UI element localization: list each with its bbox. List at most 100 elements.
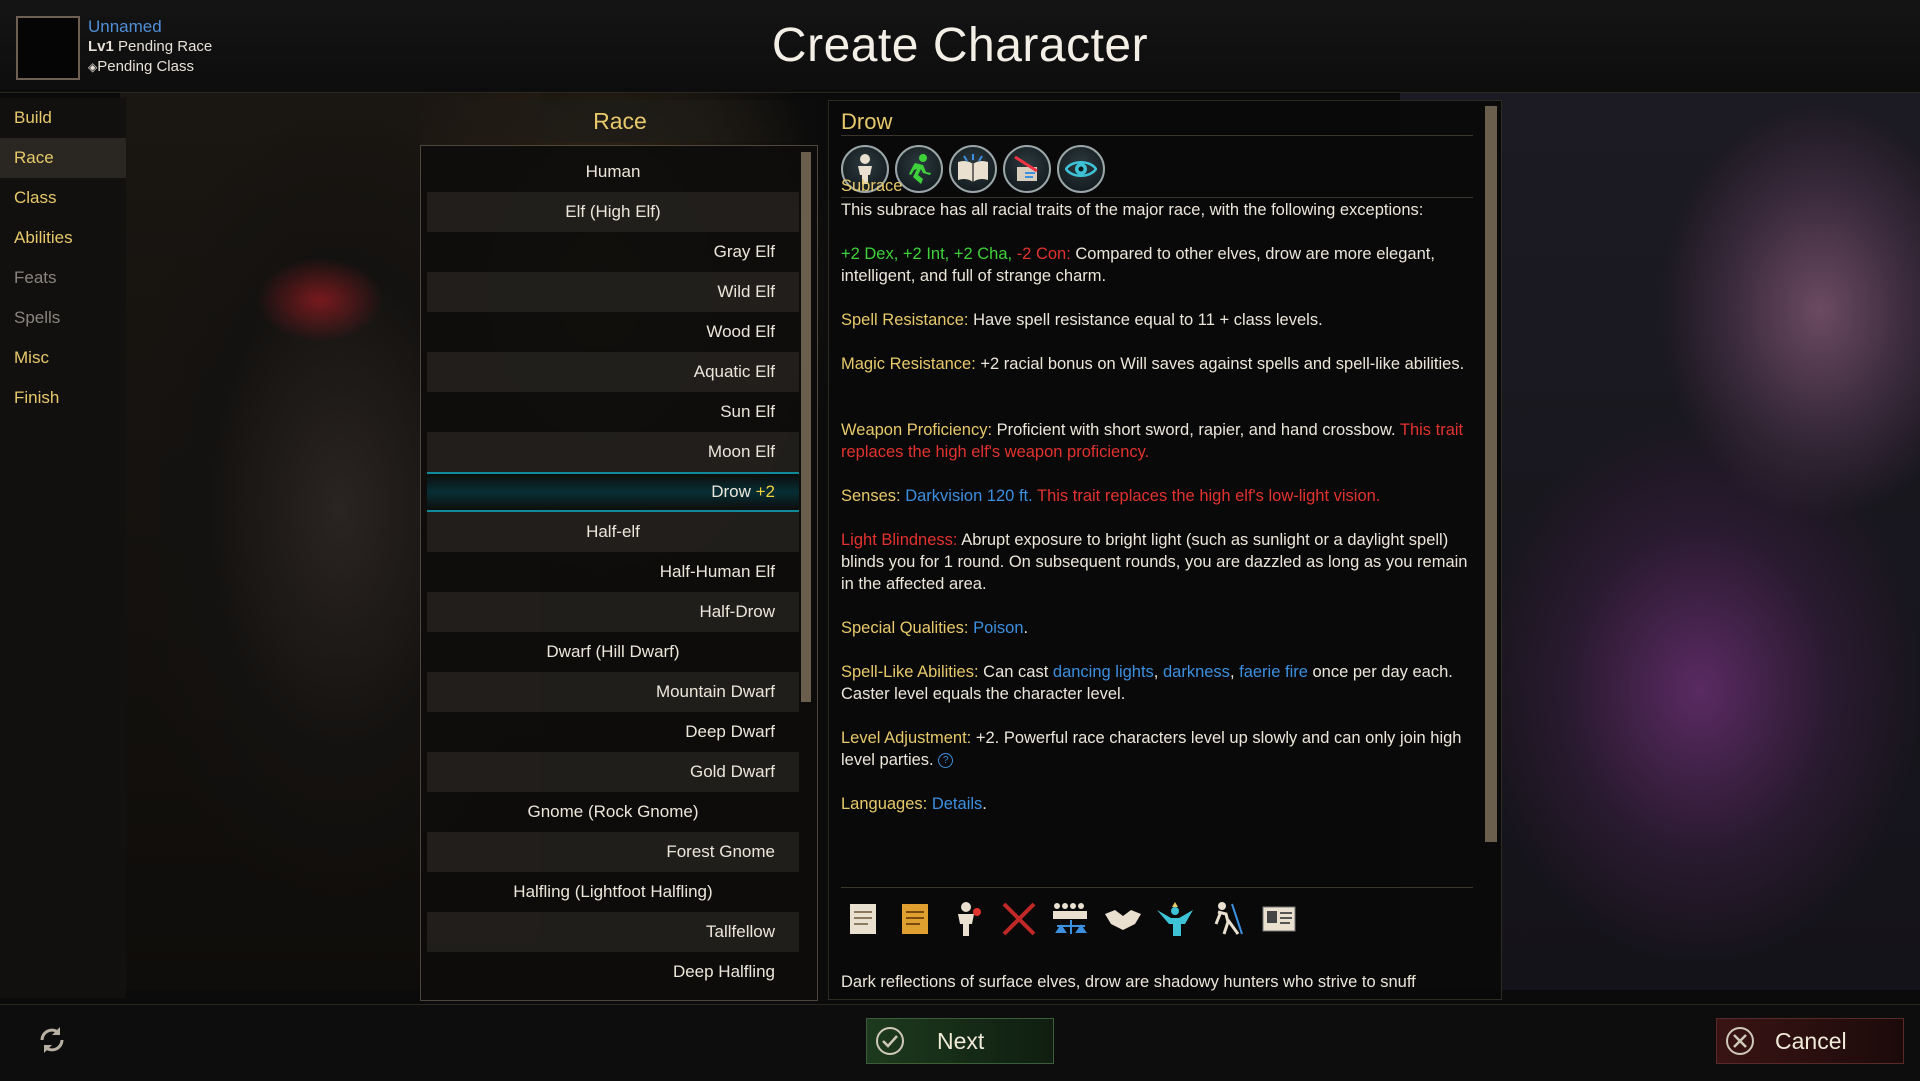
scroll-icon[interactable] (841, 897, 885, 941)
category-icons (841, 897, 1301, 941)
languages-end: . (982, 795, 987, 813)
page-title: Create Character (771, 19, 1149, 72)
race-row-label: Aquatic Elf (693, 362, 775, 381)
subrace-heading: Subrace (841, 177, 903, 195)
poison-link[interactable]: Poison (973, 619, 1023, 637)
subrace-heading-block: Subrace (841, 175, 1481, 197)
race-row[interactable]: Gray Elf (427, 232, 799, 272)
race-row-label: Deep Dwarf (685, 722, 775, 741)
nav-item-build[interactable]: Build (0, 98, 126, 138)
race-row-label: Drow (711, 482, 751, 501)
race-row-label: Mountain Dwarf (655, 682, 775, 701)
refresh-icon[interactable] (36, 1024, 68, 1056)
race-row-label: Wood Elf (706, 322, 775, 341)
figure-with-pin-icon[interactable] (945, 897, 989, 941)
race-description: Dark reflections of surface elves, drow … (841, 973, 1416, 991)
magic-resistance-paragraph: Magic Resistance: +2 racial bonus on Wil… (841, 353, 1481, 375)
race-row[interactable]: Moon Elf (427, 432, 799, 472)
x-circle-icon (1725, 1026, 1755, 1056)
race-row-label: Human (585, 162, 641, 181)
int-modifier: +2 Int, (902, 245, 950, 263)
race-row-label: Moon Elf (707, 442, 775, 461)
race-row[interactable]: Deep Halfling (427, 952, 799, 992)
race-row-label: Wild Elf (717, 282, 775, 301)
special-qualities-paragraph: Special Qualities: Poison. (841, 617, 1481, 639)
race-row[interactable]: Aquatic Elf (427, 352, 799, 392)
race-list-scrollbar[interactable] (801, 152, 811, 702)
dex-modifier: +2 Dex, (841, 245, 899, 263)
race-row-selected[interactable]: Drow +2 (427, 472, 799, 512)
race-panel-title: Race (420, 100, 820, 142)
race-row[interactable]: Half-Drow (427, 592, 799, 632)
next-button-label: Next (937, 1028, 985, 1054)
race-row-label: Tallfellow (706, 922, 775, 941)
spell-like-label: Spell-Like Abilities: (841, 663, 979, 681)
orange-scroll-icon[interactable] (893, 897, 937, 941)
light-blindness-label: Light Blindness: (841, 531, 958, 549)
languages-paragraph: Languages: Details. (841, 793, 1481, 815)
race-row[interactable]: Gnome (Rock Gnome) (427, 792, 799, 832)
climber-icon[interactable] (1205, 897, 1249, 941)
race-row-label: Gold Dwarf (689, 762, 775, 781)
race-row-label: Half-elf (586, 522, 640, 541)
detail-divider (841, 135, 1473, 136)
race-row[interactable]: Deep Dwarf (427, 712, 799, 752)
level-adjustment-label: Level Adjustment: (841, 729, 972, 747)
cancel-button[interactable]: Cancel (1716, 1018, 1904, 1064)
race-row[interactable]: Half-elf (427, 512, 799, 552)
cancel-button-label: Cancel (1775, 1028, 1847, 1054)
spell-resistance-paragraph: Spell Resistance: Have spell resistance … (841, 309, 1481, 331)
nav-item-finish[interactable]: Finish (0, 378, 126, 418)
next-button[interactable]: Next (866, 1018, 1054, 1064)
light-blindness-paragraph: Light Blindness: Abrupt exposure to brig… (841, 529, 1481, 595)
subrace-intro: This subrace has all racial traits of th… (841, 201, 1424, 219)
icons-divider (841, 887, 1473, 888)
darkvision-link[interactable]: Darkvision 120 ft. (905, 487, 1032, 505)
race-row[interactable]: Human (427, 152, 799, 192)
help-icon[interactable]: ? (938, 753, 954, 769)
crossed-swords-icon[interactable] (997, 897, 1041, 941)
darkness-link[interactable]: darkness (1163, 663, 1230, 681)
race-row[interactable]: Forest Gnome (427, 832, 799, 872)
spell-like-pre: Can cast (983, 663, 1049, 681)
nav-item-spells: Spells (14, 308, 61, 327)
race-row[interactable]: Half-Human Elf (427, 552, 799, 592)
winged-figure-icon[interactable] (1153, 897, 1197, 941)
detail-race-name: Drow (841, 109, 893, 134)
race-row-label: Sun Elf (720, 402, 775, 421)
nav-item-misc[interactable]: Misc (0, 338, 126, 378)
race-row[interactable]: Wood Elf (427, 312, 799, 352)
race-row[interactable]: Sun Elf (427, 392, 799, 432)
race-bonus-badge: +2 (755, 482, 775, 501)
special-qualities-end: . (1023, 619, 1029, 637)
race-row-label: Deep Halfling (672, 962, 775, 981)
weapon-proficiency-paragraph: Weapon Proficiency: Proficient with shor… (841, 419, 1481, 463)
detail-scrollbar[interactable] (1485, 106, 1497, 842)
nav-item-class[interactable]: Class (0, 178, 126, 218)
id-card-icon[interactable] (1257, 897, 1301, 941)
languages-details-link[interactable]: Details (932, 795, 982, 813)
spell-like-sep2: , (1229, 663, 1235, 681)
senses-label: Senses: (841, 487, 901, 505)
race-row[interactable]: Gold Dwarf (427, 752, 799, 792)
spell-resistance-text: Have spell resistance equal to 11 + clas… (973, 311, 1323, 329)
race-row[interactable]: Halfling (Lightfoot Halfling) (427, 872, 799, 912)
dancing-lights-link[interactable]: dancing lights (1053, 663, 1154, 681)
race-row-label: Gnome (Rock Gnome) (527, 802, 699, 821)
race-row[interactable]: Wild Elf (427, 272, 799, 312)
nav-item-race[interactable]: Race (0, 138, 126, 178)
race-row[interactable]: Elf (High Elf) (427, 192, 799, 232)
race-row[interactable]: Dwarf (Hill Dwarf) (427, 632, 799, 672)
race-row-label: Gray Elf (713, 242, 775, 261)
handshake-icon[interactable] (1101, 897, 1145, 941)
crowd-scales-icon[interactable] (1049, 897, 1093, 941)
faerie-fire-link[interactable]: faerie fire (1239, 663, 1308, 681)
race-list: Human Elf (High Elf) Gray Elf Wild Elf Wood … (420, 145, 818, 1001)
nav-item-abilities[interactable]: Abilities (0, 218, 126, 258)
race-row[interactable]: Mountain Dwarf (427, 672, 799, 712)
languages-label: Languages: (841, 795, 928, 813)
race-row[interactable]: Tallfellow (427, 912, 799, 952)
check-circle-icon (875, 1026, 905, 1056)
weapon-proficiency-label: Weapon Proficiency: (841, 421, 993, 439)
race-rows: Human Elf (High Elf) Gray Elf Wild Elf Wood … (421, 146, 817, 992)
